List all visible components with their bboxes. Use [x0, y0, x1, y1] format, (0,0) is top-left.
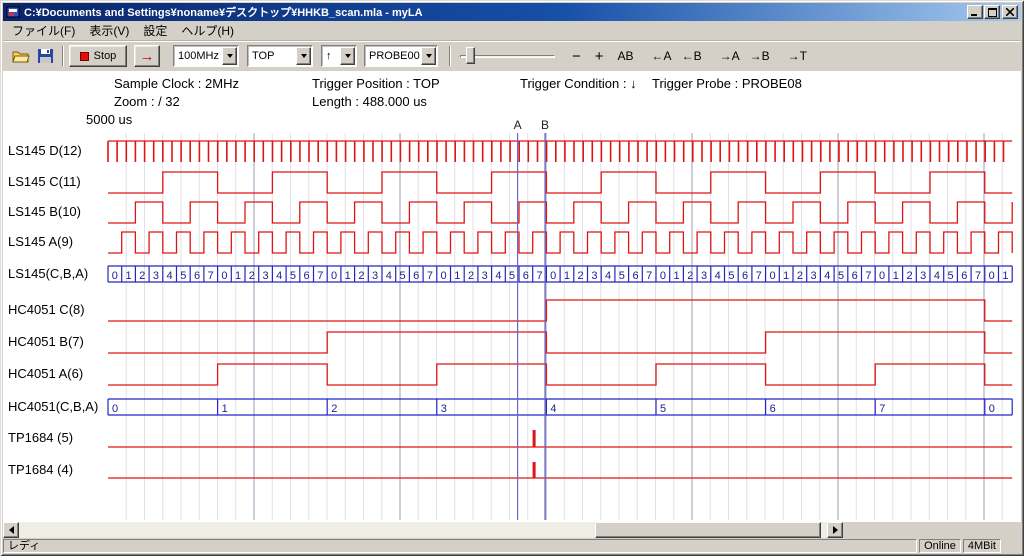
trigger-position-value: TOP: [248, 50, 296, 62]
channel-label: LS145 B(10): [8, 204, 81, 220]
trigger-probe-label: Trigger Probe : PROBE08: [652, 76, 802, 91]
dropdown-arrow-icon[interactable]: [421, 47, 436, 65]
close-icon: [1006, 8, 1014, 16]
app-window: C:¥Documents and Settings¥noname¥デスクトップ¥…: [0, 0, 1024, 556]
status-ready: レディ: [3, 539, 917, 553]
trigger-position-select[interactable]: TOP: [247, 45, 313, 67]
toolbar-separator: [449, 46, 451, 66]
channel-label: TP1684 (4): [8, 462, 73, 478]
channel-label: HC4051 C(8): [8, 302, 85, 318]
probe-select[interactable]: PROBE00: [364, 45, 438, 67]
slider-thumb[interactable]: [466, 47, 475, 64]
statusbar: レディ Online 4MBit: [3, 538, 1021, 553]
channel-label: HC4051(C,B,A): [8, 399, 98, 415]
scroll-right-icon: [833, 526, 838, 534]
sample-clock-value: 100MHz: [174, 50, 222, 62]
close-button[interactable]: [1002, 5, 1018, 19]
channel-labels: LS145 D(12) LS145 C(11) LS145 B(10) LS145 A…: [8, 0, 118, 556]
minimize-button[interactable]: [967, 5, 983, 19]
ab-button[interactable]: AB: [615, 47, 637, 65]
maximize-button[interactable]: [984, 5, 1000, 19]
scroll-left-icon: [9, 526, 14, 534]
status-online: Online: [919, 539, 961, 553]
probe-value: PROBE00: [365, 50, 421, 62]
trigger-condition-label: Trigger Condition : ↓: [520, 76, 637, 91]
waveform-client-area: [3, 71, 1021, 522]
horizontal-scrollbar[interactable]: [3, 522, 843, 538]
length-label: Length : 488.000 us: [312, 94, 427, 109]
sample-clock-select[interactable]: 100MHz: [173, 45, 239, 67]
maximize-icon: [988, 8, 997, 17]
zoom-in-button[interactable]: +: [592, 46, 607, 67]
zoom-out-button[interactable]: −: [569, 46, 584, 67]
scroll-left-button[interactable]: [3, 522, 19, 538]
sample-clock-label: Sample Clock : 2MHz: [114, 76, 239, 91]
zoom-slider[interactable]: [460, 46, 555, 66]
goto-trigger-button[interactable]: →T: [785, 47, 810, 65]
channel-label: LS145 A(9): [8, 234, 73, 250]
dropdown-arrow-icon[interactable]: [296, 47, 311, 65]
run-button[interactable]: →: [134, 45, 160, 67]
channel-label: LS145(C,B,A): [8, 266, 88, 282]
toolbar: Stop → 100MHz TOP ↑ PROBE00 − + AB ←A: [3, 40, 1021, 71]
zoom-label: Zoom : / 32: [114, 94, 180, 109]
goto-b-right-button[interactable]: →B: [747, 47, 773, 65]
run-arrow-icon: →: [140, 49, 155, 64]
trigger-edge-select[interactable]: ↑: [321, 45, 357, 67]
channel-label: TP1684 (5): [8, 430, 73, 446]
menu-settings[interactable]: 設定: [136, 20, 174, 41]
menu-help[interactable]: ヘルプ(H): [174, 20, 241, 41]
minimize-icon: [971, 8, 979, 16]
scroll-thumb[interactable]: [595, 522, 821, 538]
dropdown-arrow-icon[interactable]: [340, 47, 355, 65]
titlebar[interactable]: C:¥Documents and Settings¥noname¥デスクトップ¥…: [3, 3, 1021, 21]
dropdown-arrow-icon[interactable]: [222, 47, 237, 65]
scroll-right-button[interactable]: [827, 522, 843, 538]
goto-a-right-button[interactable]: →A: [717, 47, 743, 65]
window-title: C:¥Documents and Settings¥noname¥デスクトップ¥…: [24, 4, 966, 20]
channel-label: HC4051 A(6): [8, 366, 83, 382]
trigger-position-label: Trigger Position : TOP: [312, 76, 440, 91]
goto-a-left-button[interactable]: ←A: [649, 47, 675, 65]
channel-label: LS145 D(12): [8, 143, 82, 159]
scroll-track[interactable]: [19, 522, 827, 538]
status-memory: 4MBit: [963, 539, 1001, 553]
resize-grip: [1003, 539, 1019, 553]
goto-b-left-button[interactable]: ←B: [679, 47, 705, 65]
menubar: ファイル(F) 表示(V) 設定 ヘルプ(H): [3, 21, 1021, 40]
trigger-edge-value: ↑: [322, 50, 340, 62]
channel-label: HC4051 B(7): [8, 334, 84, 350]
channel-label: LS145 C(11): [8, 174, 81, 190]
